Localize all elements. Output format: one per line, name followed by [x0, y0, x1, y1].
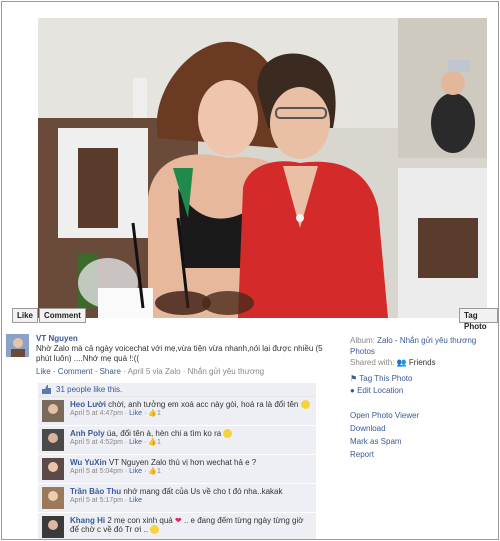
- comment-like-link[interactable]: Like: [129, 410, 142, 417]
- post-comment-link[interactable]: Comment: [58, 367, 93, 376]
- comment-text: úa, đổi tên à, hèn chi a tìm ko ra: [106, 429, 222, 438]
- thumbs-up-icon: 👍: [148, 468, 157, 475]
- comment-item: Wu YuXin VT Nguyen Zalo thú vị hơn wecha…: [38, 455, 316, 484]
- thumbs-up-icon: [42, 385, 51, 394]
- friends-icon: 👥: [396, 358, 407, 367]
- photo-page: Like Comment Tag Photo VT Nguyen Nhờ Zal…: [1, 1, 499, 540]
- commenter-name[interactable]: Wu YuXin: [70, 458, 107, 467]
- heart-icon: ❤: [174, 516, 182, 525]
- tag-this-photo-link[interactable]: Tag This Photo: [359, 374, 412, 383]
- smiley-icon: [300, 400, 310, 410]
- commenter-avatar[interactable]: [42, 516, 64, 538]
- smiley-icon: [150, 525, 160, 535]
- smiley-icon: [223, 429, 233, 439]
- main-photo[interactable]: [38, 18, 487, 318]
- comment-like-link[interactable]: Like: [129, 497, 142, 504]
- comment-time: April 5 at 5:17pm: [70, 497, 123, 504]
- photo-options: Open Photo Viewer Download Mark as Spam …: [350, 409, 419, 461]
- comment-like-count: 1: [156, 410, 161, 418]
- commenter-name[interactable]: Anh Poly: [70, 429, 105, 438]
- comment-time: April 5 at 4:52pm: [70, 439, 123, 447]
- comment-time: April 5 at 5:04pm: [70, 468, 123, 475]
- photo-like-button[interactable]: Like: [12, 308, 39, 323]
- comment-item: Heo Lười chời, anh tưởng em xoá acc này …: [38, 397, 316, 426]
- comment-text: chời, anh tưởng em xoá acc này gòi, hoá …: [108, 400, 299, 409]
- thumbs-up-icon: 👍: [148, 410, 157, 418]
- post-like-link[interactable]: Like: [36, 367, 51, 376]
- comment-text-continued: .. e đang đếm từng ngày từng giờ để chờ …: [70, 516, 304, 534]
- report-link[interactable]: Report: [350, 448, 419, 461]
- post-text: Nhờ Zalo mà cả ngày voicechat với mẹ,vừa…: [36, 344, 323, 363]
- album-label: Album:: [350, 336, 375, 345]
- commenter-avatar[interactable]: [42, 458, 64, 480]
- edit-location-link[interactable]: Edit Location: [357, 386, 403, 395]
- likes-count-link[interactable]: 31 people like this.: [56, 385, 122, 394]
- likes-bar: 31 people like this.: [38, 383, 316, 397]
- commenter-name[interactable]: Khang Hi: [70, 516, 105, 525]
- comment-list: Heo Lười chời, anh tưởng em xoá acc này …: [38, 397, 316, 539]
- photo-sidebar: Album: Zalo - Nhắn gửi yêu thương Photos…: [350, 335, 498, 368]
- comment-item: Trần Bảo Thu nhớ mang đất của Us về cho …: [38, 484, 316, 513]
- post-meta: · April 5 via Zalo · Nhắn gửi yêu thương: [123, 367, 265, 376]
- comment-like-link[interactable]: Like: [129, 439, 142, 446]
- comment-time: April 5 at 4:47pm: [70, 410, 123, 418]
- author-avatar[interactable]: [6, 334, 29, 357]
- post-author-link[interactable]: VT Nguyen: [36, 334, 78, 343]
- location-icon: ●: [350, 386, 355, 395]
- comment-like-count: 1: [156, 439, 161, 447]
- comment-text: 2 mẹ con xinh quá: [107, 516, 173, 525]
- photo-actions: ⚑ Tag This Photo ● Edit Location: [350, 373, 412, 397]
- download-link[interactable]: Download: [350, 422, 419, 435]
- comment-like-count: 1: [156, 468, 161, 475]
- comment-item: Anh Poly úa, đổi tên à, hèn chi a tìm ko…: [38, 426, 316, 455]
- commenter-avatar[interactable]: [42, 400, 64, 422]
- commenter-name[interactable]: Heo Lười: [70, 400, 106, 409]
- shared-value[interactable]: Friends: [409, 358, 436, 367]
- commenter-name[interactable]: Trần Bảo Thu: [70, 487, 121, 496]
- commenter-avatar[interactable]: [42, 429, 64, 451]
- photo-comment-button[interactable]: Comment: [39, 308, 86, 323]
- open-photo-viewer-link[interactable]: Open Photo Viewer: [350, 409, 419, 422]
- comment-item: Khang Hi 2 mẹ con xinh quá ❤ .. e đang đ…: [38, 513, 316, 539]
- post-share-link[interactable]: Share: [100, 367, 121, 376]
- thumbs-up-icon: 👍: [148, 439, 157, 447]
- comment-text: nhớ mang đất của Us về cho t đó nha..kak…: [123, 487, 283, 496]
- tag-icon: ⚑: [350, 374, 358, 383]
- mark-as-spam-link[interactable]: Mark as Spam: [350, 435, 419, 448]
- comment-like-link[interactable]: Like: [129, 468, 142, 475]
- shared-label: Shared with:: [350, 358, 395, 367]
- post-body: VT Nguyen Nhờ Zalo mà cả ngày voicechat …: [36, 334, 326, 377]
- commenter-avatar[interactable]: [42, 487, 64, 509]
- comment-text: VT Nguyen Zalo thú vị hơn wechat hả e ?: [108, 458, 257, 467]
- tag-photo-button[interactable]: Tag Photo: [459, 308, 498, 331]
